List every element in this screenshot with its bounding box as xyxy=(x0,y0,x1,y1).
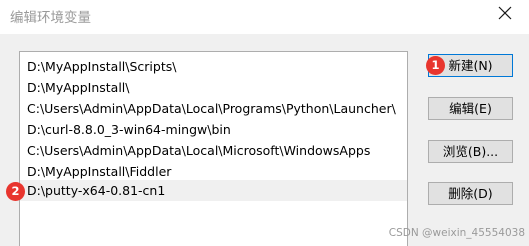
path-item[interactable]: C:\Users\Admin\AppData\Local\Microsoft\W… xyxy=(20,140,407,161)
browse-button[interactable]: 浏览(B)... xyxy=(428,140,513,163)
path-item-selected[interactable]: D:\putty-x64-0.81-cn1 xyxy=(20,180,407,201)
path-item[interactable]: C:\Users\Admin\AppData\Local\Programs\Py… xyxy=(20,98,407,119)
path-item[interactable]: D:\MyAppInstall\Scripts\ xyxy=(20,56,407,77)
annotation-marker-1: 1 xyxy=(426,56,445,75)
window-title: 编辑环境变量 xyxy=(10,10,91,26)
path-item[interactable]: D:\curl-8.8.0_3-win64-mingw\bin xyxy=(20,119,407,140)
close-icon xyxy=(498,6,512,20)
title-bar: 编辑环境变量 xyxy=(0,0,529,34)
path-item[interactable]: D:\MyAppInstall\ xyxy=(20,77,407,98)
watermark: CSDN @weixin_45554038 xyxy=(388,227,525,239)
path-item[interactable]: D:\MyAppInstall\Fiddler xyxy=(20,161,407,182)
edit-env-variable-dialog: 编辑环境变量 D:\MyAppInstall\Scripts\ D:\MyApp… xyxy=(0,0,529,246)
delete-button[interactable]: 删除(D) xyxy=(428,182,513,205)
close-button[interactable] xyxy=(489,0,529,30)
edit-button[interactable]: 编辑(E) xyxy=(428,97,513,120)
path-list[interactable]: D:\MyAppInstall\Scripts\ D:\MyAppInstall… xyxy=(19,51,408,246)
annotation-marker-2: 2 xyxy=(6,182,25,201)
